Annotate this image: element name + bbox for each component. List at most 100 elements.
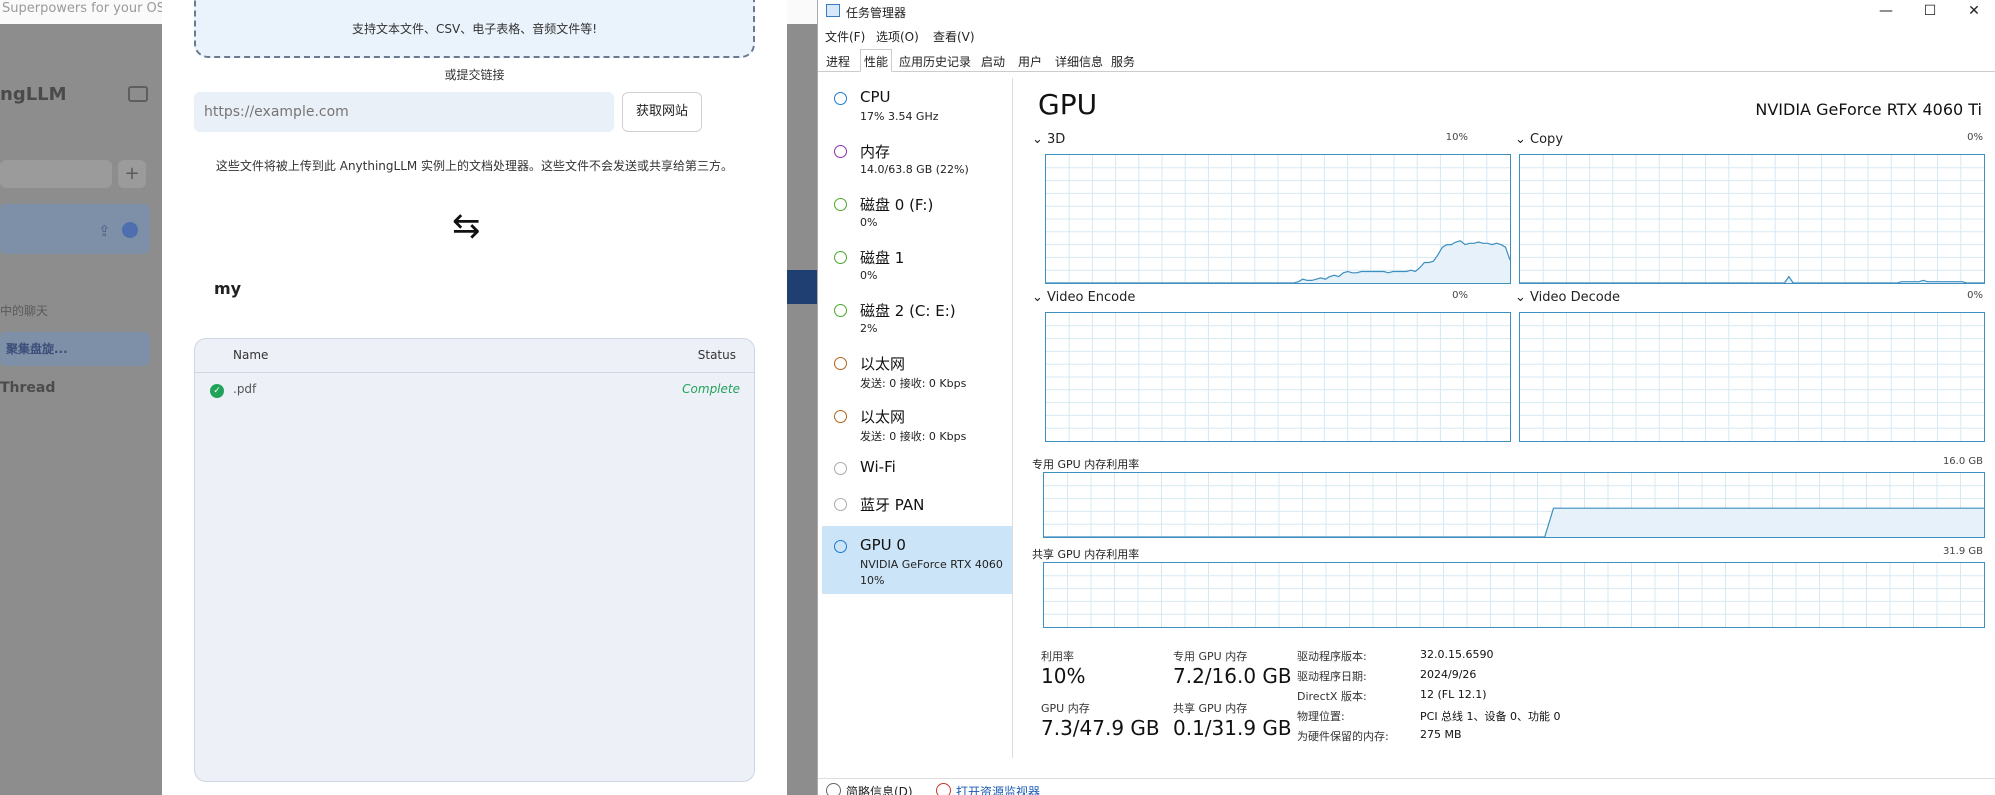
sidebar-item-7[interactable]: Wi-Fi (822, 448, 1012, 482)
graph-copy-label-text: Copy (1530, 132, 1564, 147)
tab-details[interactable]: 详细信息 (1052, 53, 1106, 72)
file-dropzone[interactable]: 支持文本文件、CSV、电子表格、音频文件等! (194, 0, 755, 58)
tab-startup[interactable]: 启动 (978, 53, 1008, 72)
graph-encode-svg (1046, 313, 1510, 441)
graph-encode-max: 0% (1452, 290, 1468, 301)
graph-decode-label-text: Video Decode (1530, 290, 1620, 305)
tab-bar: 进程 性能 应用历史记录 启动 用户 详细信息 服务 (818, 49, 1995, 72)
graph-video-encode (1045, 312, 1511, 442)
sidebar-item-detail-2: 10% (860, 574, 885, 587)
file-name: .pdf (233, 382, 257, 396)
dedicated-gpu-mem-label: 专用 GPU 内存 (1173, 650, 1248, 663)
sidebar-item-detail: NVIDIA GeForce RTX 4060 (860, 558, 1003, 571)
graph-copy-max: 0% (1967, 132, 1983, 143)
shared-mem-label: 共享 GPU 内存利用率 (1032, 548, 1140, 561)
settings-icon[interactable] (122, 222, 138, 238)
tab-processes[interactable]: 进程 (823, 53, 853, 72)
resource-dot-icon (834, 92, 847, 105)
sidebar-item-4[interactable]: 磁盘 2 (C: E:) 2% (822, 290, 1012, 340)
gpu-heading: GPU (1038, 88, 1098, 121)
dedicated-mem-max: 16.0 GB (1942, 456, 1983, 467)
directx-version-value: 12 (FL 12.1) (1420, 688, 1487, 701)
sidebar-item-5[interactable]: 以太网 发送: 0 接收: 0 Kbps (822, 343, 1012, 393)
resource-monitor-icon[interactable] (936, 783, 951, 795)
sidebar-item-default-chat[interactable]: 中的聊天 (0, 302, 48, 319)
new-workspace-button[interactable]: + (118, 160, 146, 188)
tab-users[interactable]: 用户 (1015, 53, 1045, 72)
upload-notice: 这些文件将被上传到此 AnythingLLM 实例上的文档处理器。这些文件不会发… (215, 159, 734, 173)
sidebar-search-input[interactable] (0, 160, 112, 188)
sidebar-item-new-thread[interactable]: Thread (0, 380, 55, 396)
menu-view[interactable]: 查看(V) (933, 28, 975, 45)
task-manager-icon (826, 4, 840, 17)
shared-mem-max: 31.9 GB (1942, 546, 1983, 557)
fewer-details-link[interactable]: 简略信息(D) (846, 783, 913, 795)
resource-dot-icon (834, 498, 847, 511)
upload-icon[interactable]: ⇪ (98, 222, 111, 240)
graph-decode-label[interactable]: ⌄ Video Decode (1515, 290, 1620, 305)
performance-sidebar: CPU 17% 3.54 GHz 内存 14.0/63.8 GB (22%) 磁盘 0 … (818, 78, 1013, 758)
sidebar-item-6[interactable]: 以太网 发送: 0 接收: 0 Kbps (822, 396, 1012, 446)
graph-3d-label[interactable]: ⌄ 3D (1032, 132, 1065, 147)
resource-dot-icon (834, 462, 847, 475)
sidebar-item-8[interactable]: 蓝牙 PAN (822, 484, 1012, 518)
sidebar-workspace-item[interactable]: ⇪ (0, 204, 150, 254)
sidebar-item-detail: 17% 3.54 GHz (860, 110, 939, 123)
sidebar-item-1[interactable]: 内存 14.0/63.8 GB (22%) (822, 131, 1012, 181)
utilization-label: 利用率 (1041, 650, 1074, 663)
close-button[interactable]: ✕ (1952, 0, 1995, 24)
graph-copy-svg (1520, 155, 1984, 283)
resource-dot-icon (834, 410, 847, 423)
sidebar-item-2[interactable]: 磁盘 0 (F:) 0% (822, 184, 1012, 234)
resource-dot-icon (834, 145, 847, 158)
upload-modal: 支持文本文件、CSV、电子表格、音频文件等! 或提交链接 获取网站 这些文件将被… (162, 0, 787, 795)
tab-performance[interactable]: 性能 (860, 49, 893, 72)
sidebar-item-detail: 0% (860, 269, 878, 282)
tab-services[interactable]: 服务 (1108, 53, 1138, 72)
graph-3d-max: 10% (1445, 132, 1468, 143)
swap-arrows-icon[interactable]: ⇆ (452, 206, 481, 246)
sidebar-item-detail: 发送: 0 接收: 0 Kbps (860, 377, 967, 390)
menu-file[interactable]: 文件(F) (825, 28, 865, 45)
minimize-button[interactable]: — (1864, 0, 1908, 24)
graph-copy-label[interactable]: ⌄ Copy (1515, 132, 1563, 147)
driver-date-label: 驱动程序日期: (1297, 670, 1367, 683)
directx-version-label: DirectX 版本: (1297, 690, 1367, 703)
sidebar-item-thread-active[interactable]: 聚集盘旋... (0, 332, 150, 366)
url-input[interactable] (194, 92, 614, 132)
resource-dot-icon (834, 357, 847, 370)
tab-app-history[interactable]: 应用历史记录 (896, 53, 974, 72)
sidebar-item-0[interactable]: CPU 17% 3.54 GHz (822, 78, 1012, 128)
sidebar-item-name: 磁盘 0 (F:) (860, 196, 934, 214)
brand-logo-text: ngLLM (0, 84, 67, 105)
chevron-up-icon[interactable] (826, 783, 841, 795)
dropzone-text: 支持文本文件、CSV、电子表格、音频文件等! (351, 22, 598, 36)
sidebar-toggle-icon[interactable] (128, 86, 148, 102)
table-row[interactable]: ✓ .pdf Complete (195, 373, 754, 407)
resource-dot-icon (834, 540, 847, 553)
graph-encode-label[interactable]: ⌄ Video Encode (1032, 290, 1135, 305)
column-name-header: Name (233, 348, 269, 362)
shared-gpu-mem-label: 共享 GPU 内存 (1173, 702, 1248, 715)
sidebar-item-3[interactable]: 磁盘 1 0% (822, 237, 1012, 287)
graph-shared-memory (1043, 562, 1985, 628)
sidebar-item-9[interactable]: GPU 0 NVIDIA GeForce RTX 4060 10% (822, 526, 1012, 594)
graph-encode-label-text: Video Encode (1047, 290, 1136, 305)
graph-video-decode (1519, 312, 1985, 442)
physical-location-label: 物理位置: (1297, 710, 1345, 723)
open-resource-monitor-link[interactable]: 打开资源监视器 (956, 783, 1040, 795)
anythingllm-window: Superpowers for your OS using local AI n… (0, 0, 817, 795)
fetch-website-button[interactable]: 获取网站 (622, 92, 702, 132)
file-status: Complete (682, 382, 740, 396)
window-title: 任务管理器 (846, 6, 907, 20)
graph-shared-svg (1044, 563, 1984, 627)
workspace-name: my (214, 279, 242, 298)
menu-options[interactable]: 选项(O) (876, 28, 919, 45)
footer-bar: 简略信息(D) 打开资源监视器 (818, 778, 1995, 795)
maximize-button[interactable]: ☐ (1908, 0, 1952, 24)
driver-date-value: 2024/9/26 (1420, 668, 1477, 681)
resource-dot-icon (834, 198, 847, 211)
graph-copy (1519, 154, 1985, 284)
reserved-memory-label: 为硬件保留的内存: (1297, 730, 1389, 743)
sidebar-item-detail: 14.0/63.8 GB (22%) (860, 163, 969, 176)
